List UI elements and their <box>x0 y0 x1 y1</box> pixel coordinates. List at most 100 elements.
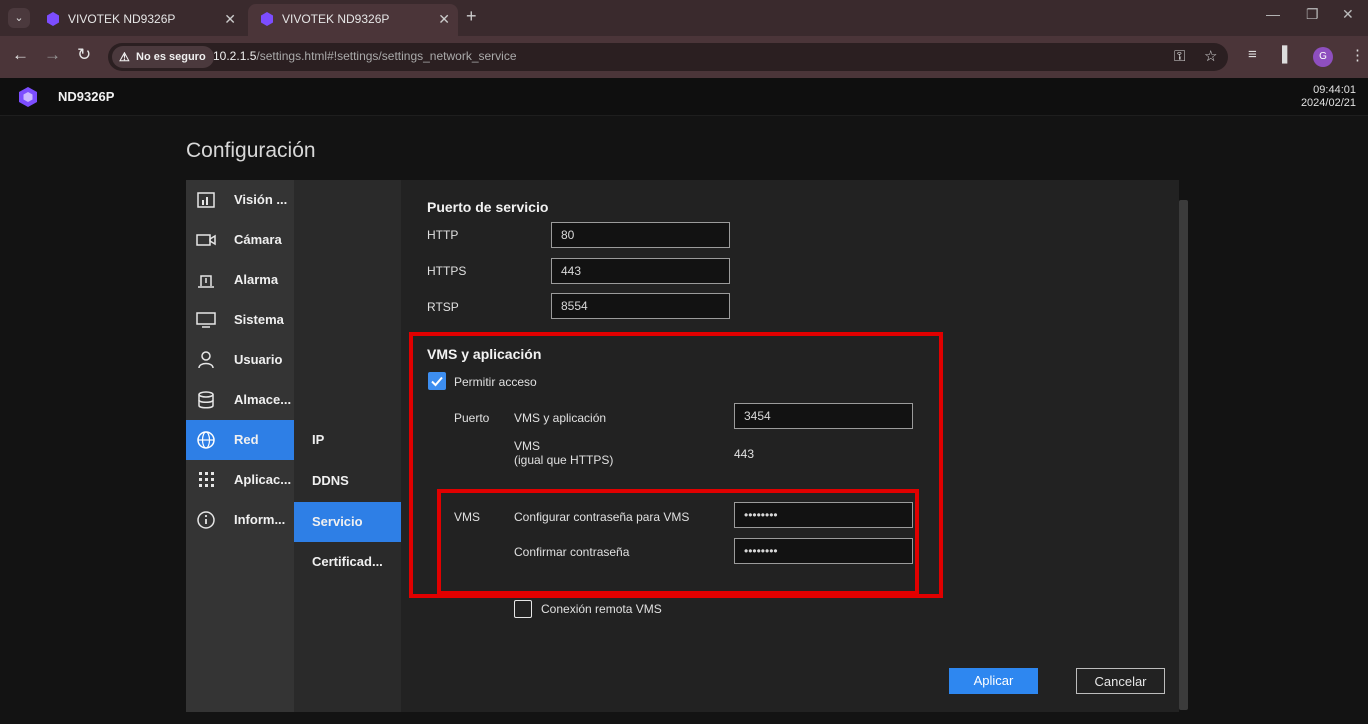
browser-tab-strip: ⌄ VIVOTEK ND9326P ✕ VIVOTEK ND9326P ✕ + … <box>0 0 1368 36</box>
user-icon <box>198 351 214 369</box>
apply-button[interactable]: Aplicar <box>949 668 1038 694</box>
subnav-item-ip[interactable]: IP <box>294 420 401 460</box>
address-bar[interactable]: ⚠ No es seguro 10.2.1.5/settings.html#!s… <box>108 43 1228 71</box>
tab-search-button[interactable]: ⌄ <box>8 8 30 28</box>
security-chip[interactable]: ⚠ No es seguro <box>112 46 214 68</box>
browser-tab-2[interactable]: VIVOTEK ND9326P ✕ <box>248 4 458 36</box>
star-icon[interactable]: ☆ <box>1204 47 1217 65</box>
vivotek-favicon-icon <box>47 12 59 26</box>
settings-sidebar: Visión ... Cámara Alarma Sistema Usuario… <box>186 180 294 712</box>
device-clock: 09:44:01 2024/02/21 <box>1301 84 1356 110</box>
allow-access-checkbox[interactable] <box>428 372 446 390</box>
sidebar-item-alarm[interactable]: Alarma <box>186 260 294 300</box>
vms-https-port-value: 443 <box>734 447 755 461</box>
subnav-item-label: DDNS <box>312 473 349 488</box>
subnav-item-ddns[interactable]: DDNS <box>294 461 401 501</box>
vivotek-favicon-icon <box>261 12 273 26</box>
remote-connection-label: Conexión remota VMS <box>541 602 662 616</box>
sidebar-item-network[interactable]: Red <box>186 420 294 460</box>
overview-icon <box>197 192 215 208</box>
vivotek-logo-icon <box>19 87 37 107</box>
subnav-item-certificates[interactable]: Certificad... <box>294 542 401 582</box>
sidebar-item-label: Aplicac... <box>234 472 292 487</box>
reload-icon[interactable]: ↻ <box>77 45 91 65</box>
security-chip-label: No es seguro <box>136 51 206 63</box>
confirm-password-label: Confirmar contraseña <box>514 545 630 559</box>
vms-same-as-https-label-line2: (igual que HTTPS) <box>514 453 614 467</box>
subnav-item-label: Certificad... <box>312 554 383 569</box>
back-icon[interactable]: ← <box>12 45 29 65</box>
sidebar-item-label: Cámara <box>234 232 282 247</box>
http-port-input[interactable] <box>551 222 730 248</box>
port-group-label: Puerto <box>454 411 490 425</box>
alarm-icon <box>198 275 214 288</box>
vms-section-title: VMS y aplicación <box>427 346 542 362</box>
subnav-item-service[interactable]: Servicio <box>294 502 401 542</box>
forward-icon[interactable]: → <box>44 45 61 65</box>
globe-icon <box>197 431 215 449</box>
rtsp-port-input[interactable] <box>551 293 730 319</box>
browser-tab-title: VIVOTEK ND9326P <box>282 12 390 26</box>
warning-icon: ⚠ <box>119 50 130 64</box>
sidebar-item-label: Inform... <box>234 512 286 527</box>
page-title: Configuración <box>186 139 316 162</box>
sidebar-item-applications[interactable]: Aplicac... <box>186 460 294 500</box>
sidebar-item-label: Red <box>234 432 259 447</box>
subnav-item-label: IP <box>312 432 325 447</box>
sidebar-item-label: Visión ... <box>234 192 288 207</box>
set-vms-password-label: Configurar contraseña para VMS <box>514 510 690 524</box>
key-icon[interactable]: ⚿ <box>1174 48 1185 65</box>
new-tab-icon[interactable]: + <box>466 6 477 27</box>
service-port-title: Puerto de servicio <box>427 199 549 215</box>
vms-app-port-label: VMS y aplicación <box>514 411 607 425</box>
cancel-button[interactable]: Cancelar <box>1076 668 1165 694</box>
storage-icon <box>198 391 214 409</box>
allow-access-label: Permitir acceso <box>454 375 537 389</box>
app-header: ND9326P 09:44:01 2024/02/21 <box>0 78 1368 116</box>
device-time: 09:44:01 <box>1313 84 1356 96</box>
profile-avatar[interactable]: G <box>1313 47 1333 67</box>
https-port-input[interactable] <box>551 258 730 284</box>
https-label: HTTPS <box>427 264 467 278</box>
side-panel-icon[interactable]: ▌ <box>1282 46 1293 63</box>
info-icon <box>197 511 215 529</box>
device-model: ND9326P <box>58 89 115 104</box>
vms-same-as-https-label-line1: VMS <box>514 439 541 453</box>
sidebar-item-label: Sistema <box>234 312 284 327</box>
url-path: /settings.html#!settings/settings_networ… <box>256 49 517 63</box>
subnav-item-label: Servicio <box>312 514 363 529</box>
device-date: 2024/02/21 <box>1300 97 1356 109</box>
sidebar-item-system[interactable]: Sistema <box>186 300 294 340</box>
apps-grid-icon <box>199 472 214 487</box>
menu-icon[interactable]: ⋮ <box>1350 46 1365 64</box>
url-text[interactable]: 10.2.1.5/settings.html#!settings/setting… <box>213 49 517 63</box>
close-tab-icon[interactable]: ✕ <box>224 4 236 34</box>
sidebar-item-overview[interactable]: Visión ... <box>186 180 294 220</box>
vms-password-input[interactable] <box>734 502 913 528</box>
close-tab-icon[interactable]: ✕ <box>438 4 450 34</box>
camera-icon <box>196 234 216 246</box>
browser-tab-title: VIVOTEK ND9326P <box>68 12 176 26</box>
content-scrollbar[interactable] <box>1179 200 1188 710</box>
vms-app-port-input[interactable] <box>734 403 913 429</box>
sidebar-item-label: Alarma <box>234 272 279 287</box>
browser-toolbar: ← → ↻ ⚠ No es seguro 10.2.1.5/settings.h… <box>0 36 1368 78</box>
sidebar-item-user[interactable]: Usuario <box>186 340 294 380</box>
http-label: HTTP <box>427 228 459 242</box>
sidebar-item-storage[interactable]: Almace... <box>186 380 294 420</box>
browser-tab-1[interactable]: VIVOTEK ND9326P ✕ <box>34 4 244 36</box>
url-host: 10.2.1.5 <box>213 49 257 63</box>
minimize-icon[interactable]: — <box>1266 6 1280 22</box>
close-window-icon[interactable]: ✕ <box>1342 6 1354 23</box>
sidebar-item-information[interactable]: Inform... <box>186 500 294 540</box>
confirm-password-input[interactable] <box>734 538 913 564</box>
vms-group-label: VMS <box>454 510 481 524</box>
checkmark-icon <box>431 376 443 387</box>
sidebar-item-label: Almace... <box>234 392 292 407</box>
reading-list-icon[interactable]: ≡ <box>1248 46 1257 63</box>
remote-connection-checkbox[interactable] <box>514 600 532 618</box>
restore-icon[interactable]: ❐ <box>1306 6 1319 23</box>
sidebar-item-label: Usuario <box>234 352 283 367</box>
sidebar-item-camera[interactable]: Cámara <box>186 220 294 260</box>
monitor-icon <box>196 312 216 328</box>
